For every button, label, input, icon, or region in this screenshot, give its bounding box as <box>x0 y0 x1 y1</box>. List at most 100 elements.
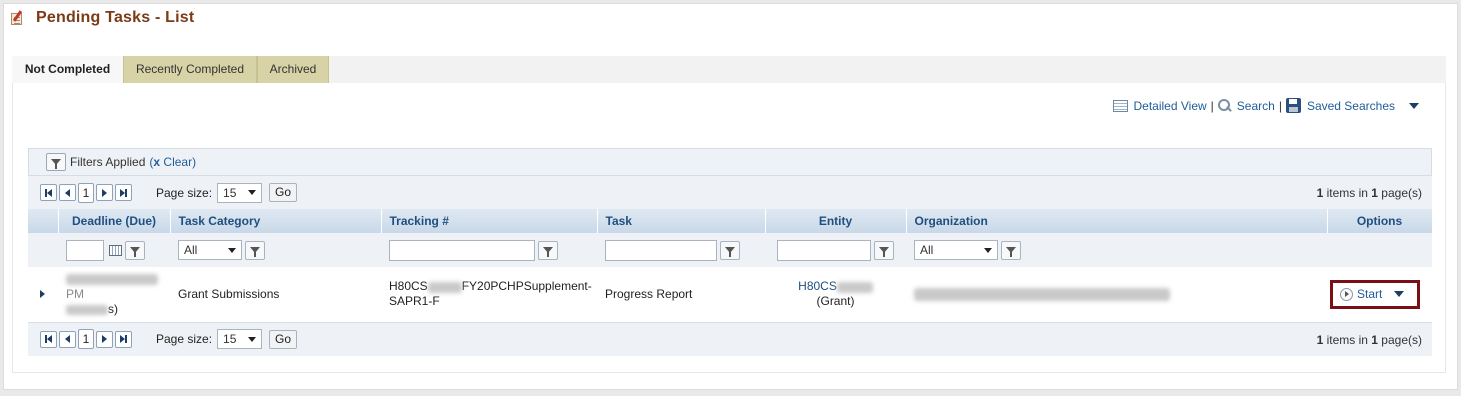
tracking-filter-input[interactable] <box>389 239 535 261</box>
deadline-filter-button[interactable] <box>125 240 145 260</box>
expand-row-icon[interactable] <box>40 290 45 299</box>
task-category-cell: Grant Submissions <box>170 267 381 323</box>
last-page-button[interactable] <box>115 184 132 201</box>
list-view-icon <box>1112 99 1128 112</box>
next-page-button[interactable] <box>96 184 113 201</box>
redacted-entity <box>836 281 873 293</box>
page-header: Pending Tasks - List <box>10 9 194 27</box>
items-summary: 1 items in 1 page(s) <box>1317 186 1422 200</box>
task-list-icon <box>10 10 24 26</box>
task-category-filter-button[interactable] <box>245 240 265 260</box>
page-number-button[interactable]: 1 <box>78 182 94 203</box>
entity-filter-input[interactable] <box>777 239 871 261</box>
page-size-label: Page size: <box>156 185 213 200</box>
first-page-button[interactable] <box>40 184 57 201</box>
redacted-deadline <box>66 274 158 286</box>
task-category-filter-select[interactable]: All <box>178 240 242 260</box>
first-page-arrow <box>47 188 52 197</box>
chevron-down-icon[interactable] <box>1394 291 1405 298</box>
task-filter-button[interactable] <box>720 240 740 260</box>
organization-filter-select[interactable]: All <box>914 240 998 260</box>
start-button[interactable]: Start <box>1330 279 1420 309</box>
tasks-grid: Filters Applied (x Clear) 1 Page size: 1… <box>28 148 1433 356</box>
tracking-filter-button[interactable] <box>538 240 558 260</box>
page-size-select[interactable]: 15 <box>217 182 263 203</box>
entity-filter-button[interactable] <box>874 240 894 260</box>
search-label: Search <box>1236 98 1275 113</box>
saved-searches-link[interactable]: Saved Searches <box>1285 98 1419 113</box>
chevron-down-icon <box>248 190 257 195</box>
calendar-icon[interactable] <box>109 244 122 256</box>
next-page-button[interactable] <box>96 330 113 348</box>
save-disk-icon <box>1285 98 1301 113</box>
entity-cell: H80CS (Grant) <box>765 267 906 323</box>
filter-cell-organization: All <box>906 233 1327 267</box>
search-link[interactable]: Search <box>1217 98 1275 113</box>
view-toolbar: Detailed View | Search | Saved Searches <box>1112 98 1419 113</box>
pager-top: 1 Page size: 15 Go 1 items in 1 page(s) <box>28 176 1432 209</box>
tracking-line2: SAPR1-F <box>389 294 440 309</box>
next-page-icon <box>102 335 107 343</box>
deadline-suffix: s) <box>108 301 118 316</box>
redacted-tracking <box>427 281 462 293</box>
column-header-organization[interactable]: Organization <box>906 209 1328 233</box>
tab-recently-completed[interactable]: Recently Completed <box>123 56 257 83</box>
items-summary: 1 items in 1 page(s) <box>1317 333 1422 347</box>
filters-applied-label: Filters Applied <box>70 155 146 169</box>
next-page-icon <box>102 188 107 197</box>
task-filter-input[interactable] <box>605 239 717 261</box>
go-button[interactable]: Go <box>269 329 298 349</box>
items-text: items in <box>1323 186 1372 200</box>
chevron-down-icon[interactable] <box>1409 102 1419 109</box>
column-header-entity[interactable]: Entity <box>765 209 907 233</box>
column-header-task-category[interactable]: Task Category <box>170 209 382 233</box>
detailed-view-link[interactable]: Detailed View <box>1112 99 1207 113</box>
filter-icon <box>725 247 735 257</box>
pager-bottom: 1 Page size: 15 Go 1 items in 1 page(s) <box>28 322 1432 356</box>
tab-archived[interactable]: Archived <box>257 56 329 83</box>
prev-page-button[interactable] <box>59 330 76 348</box>
first-page-button[interactable] <box>40 330 57 348</box>
column-header-task[interactable]: Task <box>597 209 766 233</box>
header-row: Deadline (Due) Task Category Tracking # … <box>28 209 1433 233</box>
saved-searches-label: Saved Searches <box>1306 98 1395 113</box>
filter-toggle-button[interactable] <box>46 153 66 171</box>
go-button[interactable]: Go <box>269 183 298 202</box>
tab-not-completed[interactable]: Not Completed <box>12 56 123 83</box>
column-header-deadline[interactable]: Deadline (Due) <box>58 209 171 233</box>
filter-icon <box>51 159 61 169</box>
filter-cell-options <box>1327 233 1432 267</box>
page-title: Pending Tasks - List <box>36 9 195 26</box>
expand-header <box>28 209 59 233</box>
page-number-button[interactable]: 1 <box>78 329 94 349</box>
tab-bar: Not Completed Recently Completed Archive… <box>12 56 1446 83</box>
filter-icon <box>543 247 553 257</box>
column-header-tracking[interactable]: Tracking # <box>381 209 598 233</box>
deadline-time: PM <box>66 286 84 301</box>
task-category-filter-value: All <box>184 243 198 257</box>
tasks-table: Deadline (Due) Task Category Tracking # … <box>28 209 1433 323</box>
filter-cell-entity <box>765 233 906 267</box>
clear-x-icon: x <box>153 155 161 169</box>
filter-row: All All <box>28 233 1432 267</box>
deadline-cell: PM s) <box>58 267 170 323</box>
filters-bar: Filters Applied (x Clear) <box>28 148 1432 176</box>
filter-cell-task <box>597 233 765 267</box>
page-size-select[interactable]: 15 <box>217 329 263 349</box>
deadline-filter-input[interactable] <box>66 239 104 261</box>
toolbar-separator: | <box>1210 98 1214 113</box>
prev-page-icon <box>65 335 70 343</box>
tracking-prefix: H80CS <box>389 279 428 294</box>
redacted-deadline-days <box>66 304 108 315</box>
table-row[interactable]: PM s) Grant Submissions H80CS FY20PCHPSup… <box>28 267 1432 323</box>
clear-label: Clear) <box>163 155 197 169</box>
last-page-button[interactable] <box>115 330 132 348</box>
first-page-arrow <box>47 335 52 343</box>
organization-filter-button[interactable] <box>1001 240 1021 260</box>
prev-page-button[interactable] <box>59 184 76 201</box>
organization-cell <box>906 267 1327 323</box>
pages-count: 1 <box>1371 332 1378 347</box>
start-label: Start <box>1357 287 1383 302</box>
options-cell: Start <box>1327 267 1432 323</box>
clear-filters-link[interactable]: (x Clear) <box>149 155 196 169</box>
